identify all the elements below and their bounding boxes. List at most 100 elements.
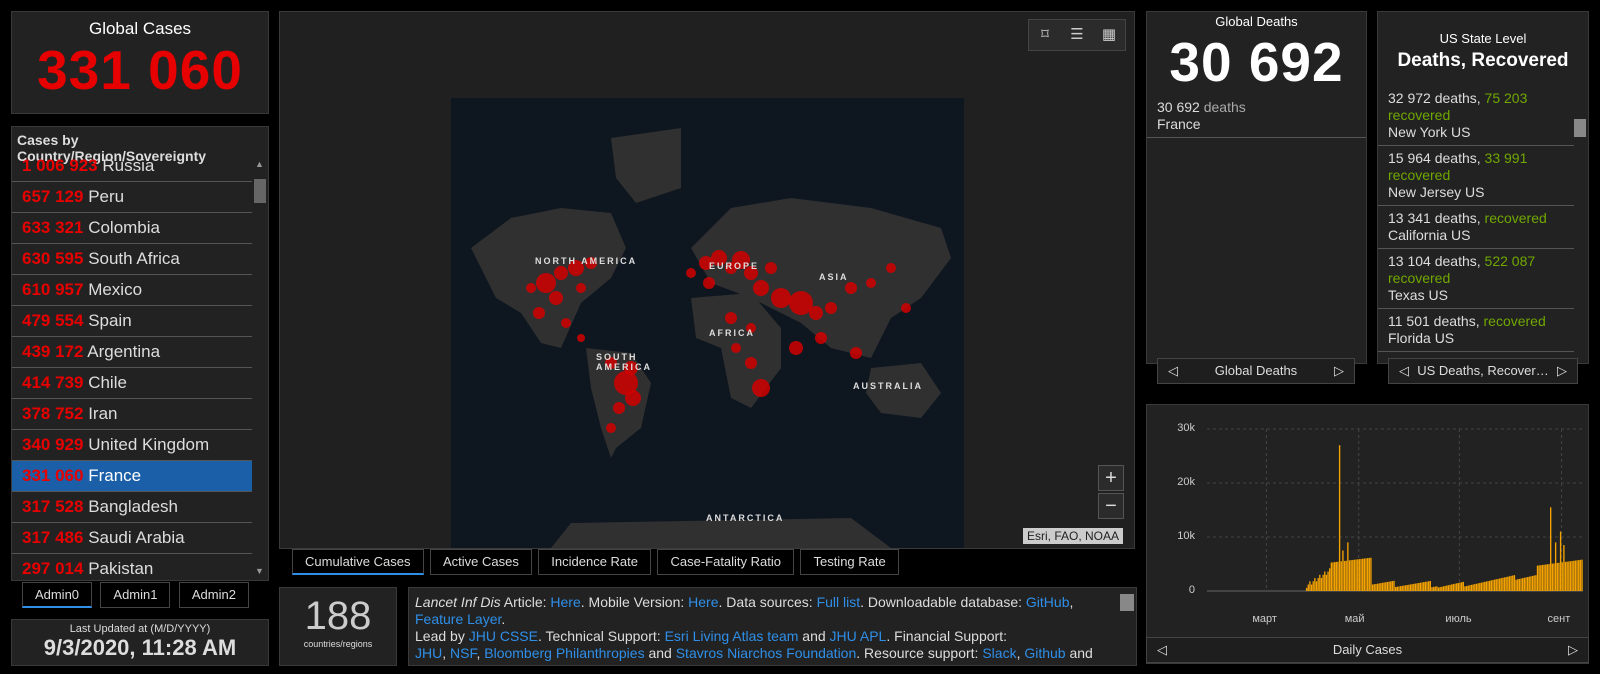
pager-prev-icon[interactable]: ◁ [1399,359,1409,383]
mobile-version-link[interactable]: Here [688,594,718,610]
world-map[interactable]: NORTH AMERICA EUROPE ASIA AFRICA SOUTH A… [451,98,964,548]
country-list-scrollbar[interactable]: ▲ ▼ [253,157,267,578]
case-bubble[interactable] [753,280,769,296]
daily-cases-bar [1554,542,1557,591]
article-link[interactable]: Here [550,594,580,610]
country-list-item[interactable]: 331 060 France [12,461,252,492]
tab-admin1[interactable]: Admin1 [100,582,171,608]
esri-link[interactable]: Esri Living Atlas team [665,628,799,644]
case-bubble[interactable] [901,303,911,313]
qr-code-icon[interactable]: ▦ [1093,20,1125,50]
pager-next-icon[interactable]: ▷ [1334,359,1344,383]
country-list-item[interactable]: 297 014 Pakistan [12,554,252,580]
case-bubble[interactable] [526,283,536,293]
country-list-item[interactable]: 414 739 Chile [12,368,252,399]
country-list-item[interactable]: 630 595 South Africa [12,244,252,275]
case-bubble[interactable] [606,423,616,433]
country-list-item[interactable]: 1 006 923 Russia [12,151,252,182]
tab-cumulative-cases[interactable]: Cumulative Cases [292,549,424,575]
case-bubble[interactable] [765,262,777,274]
country-list-item[interactable]: 479 554 Spain [12,306,252,337]
case-bubble[interactable] [886,263,896,273]
case-bubble[interactable] [576,283,586,293]
zoom-in-button[interactable]: + [1098,465,1124,491]
us-state-item[interactable]: 13 341 deaths, recovered California US [1378,206,1574,249]
jhu-csse-link[interactable]: JHU CSSE [469,628,538,644]
scroll-thumb[interactable] [254,179,266,203]
us-state-item[interactable]: 32 972 deaths, 75 203 recovered New York … [1378,86,1574,146]
jhu-apl-link[interactable]: JHU APL [830,628,887,644]
daily-cases-bar [1434,586,1436,591]
us-state-item[interactable]: 11 501 deaths, recovered Florida US [1378,309,1574,352]
daily-cases-bar [1457,582,1460,591]
case-bubble[interactable] [866,278,876,288]
case-bubble[interactable] [731,343,741,353]
daily-cases-bar [1475,583,1478,591]
country-list-item[interactable]: 340 929 United Kingdom [12,430,252,461]
github-resource-link[interactable]: Github [1024,645,1065,661]
case-bubble[interactable] [845,282,857,294]
info-scroll-thumb[interactable] [1120,594,1134,611]
case-bubble[interactable] [745,357,757,369]
data-sources-link[interactable]: Full list [817,594,861,610]
pager-prev-icon[interactable]: ◁ [1157,638,1167,662]
case-bubble[interactable] [577,334,585,342]
tab-admin2[interactable]: Admin2 [178,582,249,608]
daily-cases-bar [1464,586,1466,591]
case-bubble[interactable] [703,277,715,289]
deaths-list-item[interactable]: 30 692 deaths France [1147,95,1366,138]
country-list-item[interactable]: 610 957 Mexico [12,275,252,306]
case-bubble[interactable] [613,402,625,414]
case-bubble[interactable] [752,379,770,397]
country-list-item[interactable]: 317 486 Saudi Arabia [12,523,252,554]
daily-cases-bar [1456,583,1458,591]
us-state-item[interactable]: 13 104 deaths, 522 087 recovered Texas US [1378,249,1574,309]
daily-cases-bar [1574,560,1577,591]
case-bubble[interactable] [549,291,563,305]
case-bubble[interactable] [625,390,641,406]
tab-active-cases[interactable]: Active Cases [429,549,532,575]
case-bubble[interactable] [686,268,696,278]
case-bubble[interactable] [561,318,571,328]
tab-incidence-rate[interactable]: Incidence Rate [538,549,652,575]
case-bubble[interactable] [850,347,862,359]
country-list-item[interactable]: 439 172 Argentina [12,337,252,368]
state-name: New York [1388,124,1448,140]
tab-testing-rate[interactable]: Testing Rate [800,549,899,575]
tab-case-fatality-ratio[interactable]: Case-Fatality Ratio [657,549,795,575]
us-state-scrollbar[interactable] [1573,107,1587,359]
scroll-up-icon[interactable]: ▲ [255,159,264,169]
bloomberg-link[interactable]: Bloomberg Philanthropies [484,645,644,661]
scroll-thumb[interactable] [1574,119,1586,137]
legend-icon[interactable]: ☰ [1061,20,1093,50]
nsf-link[interactable]: NSF [450,645,476,661]
country-list-item[interactable]: 317 528 Bangladesh [12,492,252,523]
bookmark-icon[interactable]: ⌑ [1029,20,1061,50]
case-bubble[interactable] [536,273,556,293]
daily-cases-bar [1465,585,1468,591]
tab-admin0[interactable]: Admin0 [22,582,92,608]
zoom-out-button[interactable]: − [1098,493,1124,519]
daily-cases-bar [1312,581,1314,591]
jhu-link[interactable]: JHU [415,645,442,661]
slack-link[interactable]: Slack [982,645,1016,661]
case-bubble[interactable] [789,341,803,355]
pager-next-icon[interactable]: ▷ [1568,638,1578,662]
case-bubble[interactable] [825,302,837,314]
country-list-item[interactable]: 657 129 Peru [12,182,252,213]
case-bubble[interactable] [809,306,823,320]
case-bubble[interactable] [815,332,827,344]
pager-next-icon[interactable]: ▷ [1557,359,1567,383]
github-link[interactable]: GitHub [1026,594,1070,610]
case-bubble[interactable] [771,288,791,308]
case-bubble[interactable] [533,307,545,319]
case-bubble[interactable] [725,312,737,324]
case-bubble[interactable] [554,266,568,280]
country-list-item[interactable]: 633 321 Colombia [12,213,252,244]
country-list-item[interactable]: 378 752 Iran [12,399,252,430]
us-state-item[interactable]: 15 964 deaths, 33 991 recovered New Jerse… [1378,146,1574,206]
feature-layer-link[interactable]: Feature Layer [415,611,501,627]
niarchos-link[interactable]: Stavros Niarchos Foundation [676,645,857,661]
scroll-down-icon[interactable]: ▼ [255,566,264,576]
pager-prev-icon[interactable]: ◁ [1168,359,1178,383]
